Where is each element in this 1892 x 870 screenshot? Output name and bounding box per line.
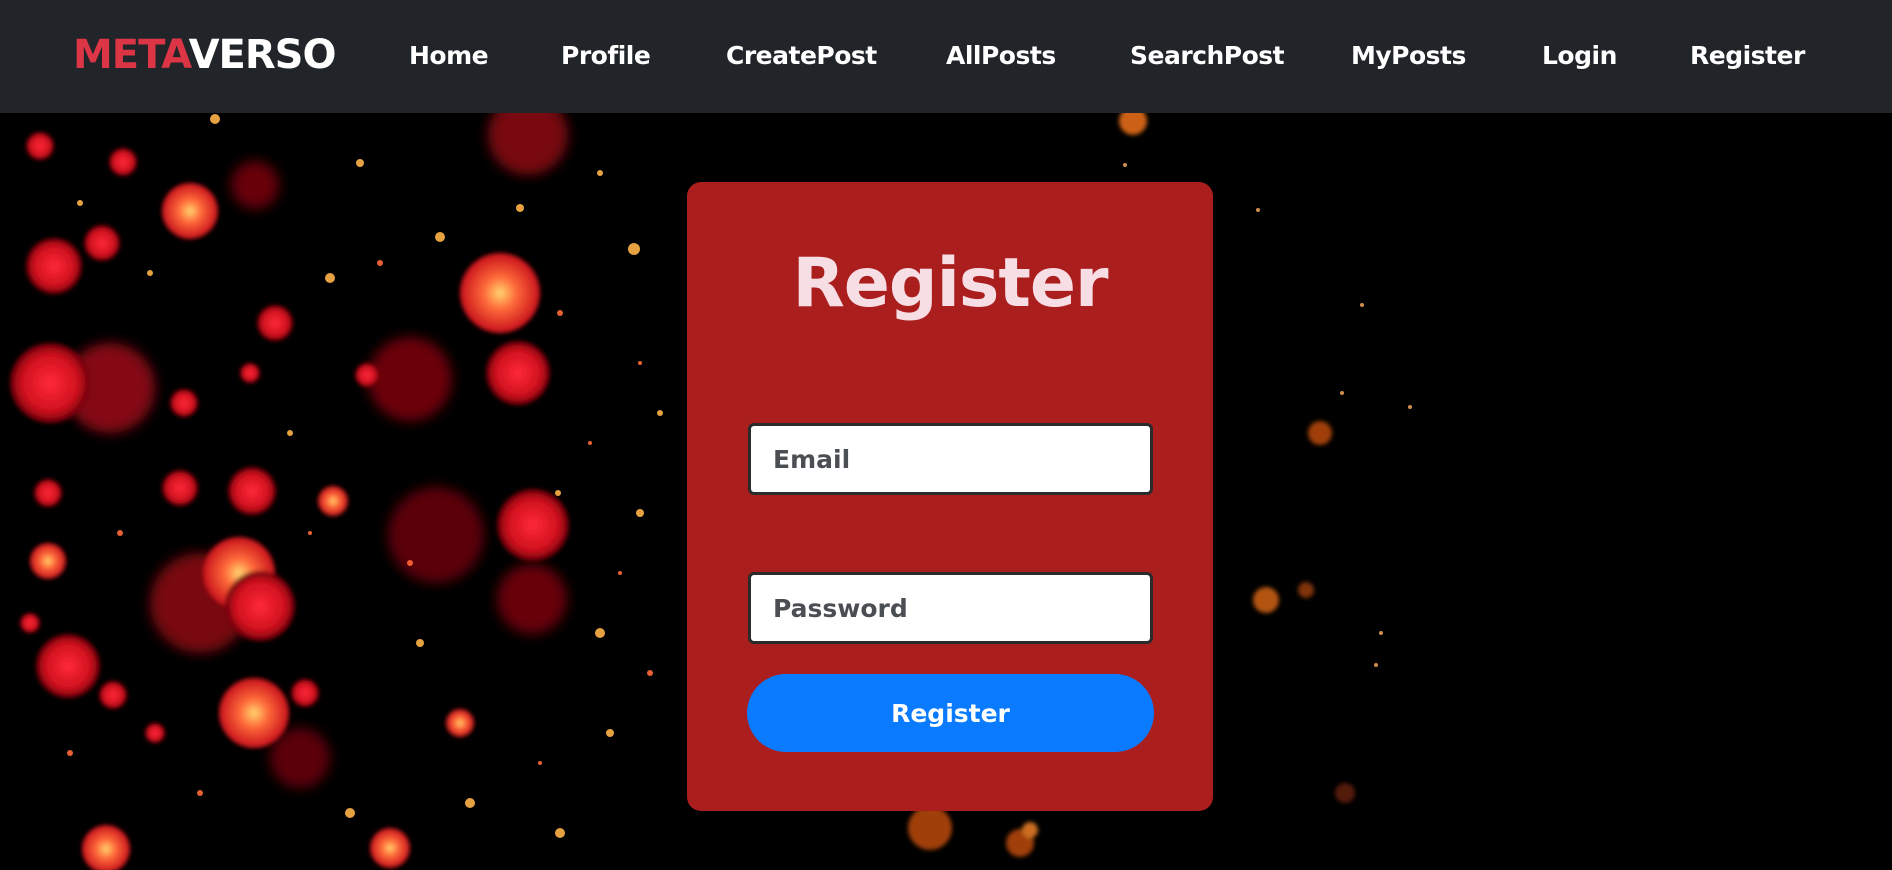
navbar: METAVERSO Home Profile CreatePost AllPos… — [0, 0, 1892, 113]
brand-part-verso: VERSO — [188, 32, 337, 78]
register-button[interactable]: Register — [747, 674, 1154, 752]
nav-link-searchpost[interactable]: SearchPost — [1130, 40, 1285, 72]
nav-link-myposts[interactable]: MyPosts — [1351, 40, 1466, 72]
nav-link-register[interactable]: Register — [1690, 40, 1805, 72]
nav-link-home[interactable]: Home — [409, 40, 489, 72]
email-field[interactable] — [748, 423, 1153, 495]
password-field[interactable] — [748, 572, 1153, 644]
nav-link-login[interactable]: Login — [1542, 40, 1617, 72]
nav-link-allposts[interactable]: AllPosts — [946, 40, 1056, 72]
nav-link-createpost[interactable]: CreatePost — [726, 40, 877, 72]
brand-logo[interactable]: METAVERSO — [73, 30, 337, 80]
register-title: Register — [792, 244, 1108, 323]
nav-link-profile[interactable]: Profile — [561, 40, 651, 72]
brand-part-meta: META — [73, 32, 190, 78]
register-card: Register Register — [687, 182, 1213, 811]
